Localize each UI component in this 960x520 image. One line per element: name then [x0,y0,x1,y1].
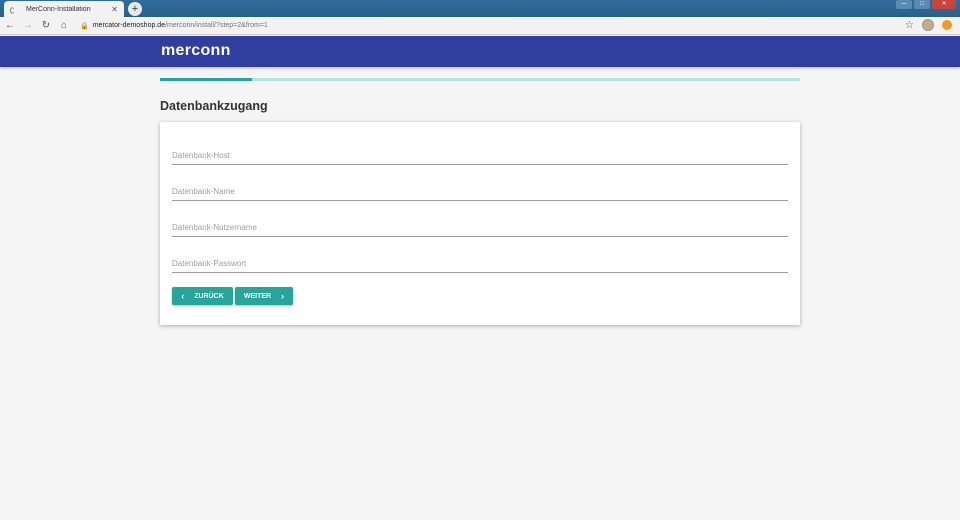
back-icon[interactable]: ← [2,18,18,34]
db-password-field [172,253,788,273]
close-window-button[interactable]: ✕ [932,0,956,9]
window-controls: — □ ✕ [896,0,956,9]
next-button[interactable]: WEITER › [235,287,293,305]
db-password-input[interactable] [172,254,788,273]
db-name-input[interactable] [172,182,788,201]
db-username-input[interactable] [172,218,788,237]
bookmark-star-icon[interactable]: ☆ [905,20,914,31]
extension-icon[interactable] [942,20,952,30]
db-name-field [172,181,788,201]
chevron-left-icon: ‹ [181,291,185,301]
merconn-logo: merconn [161,42,231,59]
db-host-field [172,145,788,165]
profile-avatar[interactable] [922,19,934,31]
url-path: /merconn/install/?step=2&from=1 [165,22,268,29]
page-title: Datenbankzugang [160,99,268,113]
forward-icon[interactable]: → [20,18,36,34]
back-button-label: ZURÜCK [194,292,224,300]
reload-icon[interactable]: ↻ [38,18,54,34]
next-button-label: WEITER [243,292,272,300]
install-progress-bar [160,78,800,81]
url-host: mercator-demoshop.de [92,22,166,29]
tab-title: MerConn-Installation [26,5,91,13]
db-username-field [172,217,788,237]
maximize-button[interactable]: □ [914,0,930,9]
back-button[interactable]: ‹ ZURÜCK [172,287,233,305]
merconn-favicon-icon: ʗ [10,4,14,14]
close-tab-icon[interactable]: ✕ [111,5,118,14]
minimize-button[interactable]: — [896,0,912,9]
chevron-right-icon: › [281,291,285,301]
lock-icon[interactable]: 🔒 [80,22,89,30]
install-progress-fill [160,78,252,81]
browser-toolbar: ← → ↻ ⌂ 🔒 mercator-demoshop.de/merconn/i… [0,17,960,35]
db-host-input[interactable] [172,146,788,165]
app-header: merconn [0,36,960,67]
new-tab-button[interactable]: + [128,2,142,16]
database-form-card: ‹ ZURÜCK WEITER › [160,122,800,325]
browser-tab[interactable]: ʗ MerConn-Installation ✕ [4,1,124,17]
browser-tabstrip: ʗ MerConn-Installation ✕ + — □ ✕ [0,0,960,17]
home-icon[interactable]: ⌂ [56,18,72,34]
address-bar[interactable]: mercator-demoshop.de/merconn/install/?st… [93,22,268,29]
